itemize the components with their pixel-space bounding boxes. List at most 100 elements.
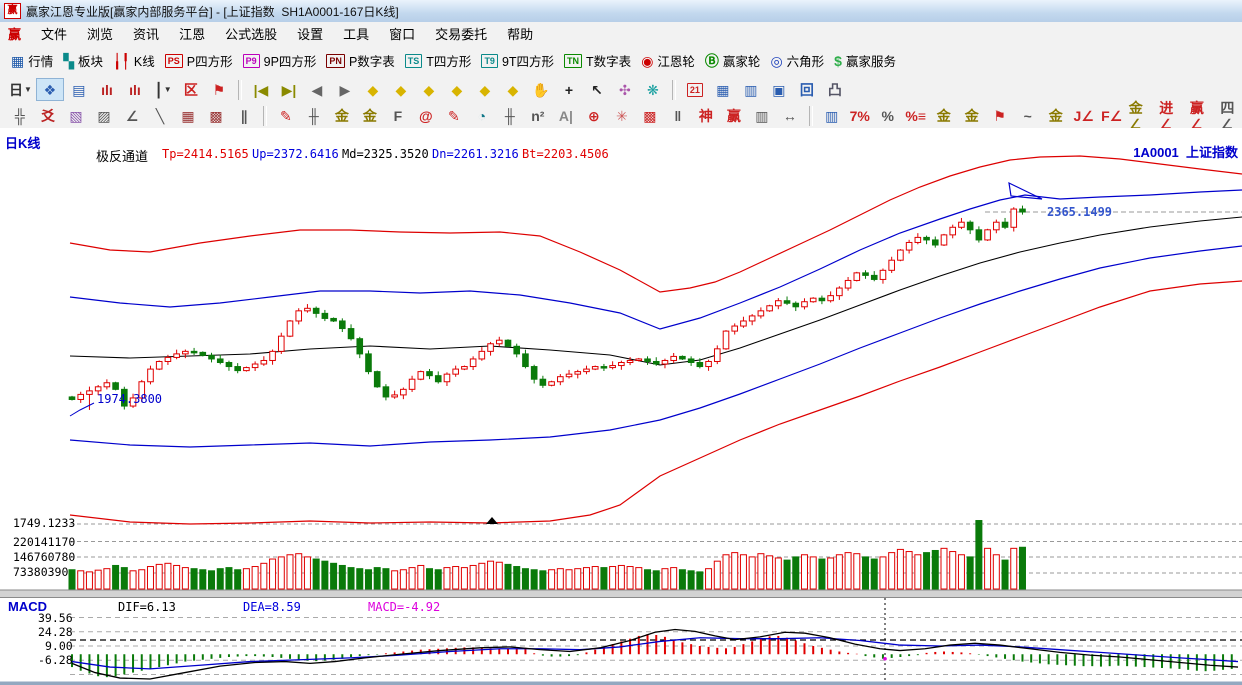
f-angle-tool[interactable]: F∠ xyxy=(1099,105,1125,126)
zigzag-tool[interactable]: ╲ xyxy=(147,105,173,126)
diamond-compress-h-button[interactable]: ◆ xyxy=(444,79,470,100)
p9-square-button[interactable]: P9 9P四方形 xyxy=(238,49,322,72)
crosshair-tool-button[interactable]: + xyxy=(556,79,582,100)
time-circle-tool[interactable]: ◔ xyxy=(469,105,495,126)
gold-lines-tool[interactable]: 金 xyxy=(959,105,985,126)
gann-box-tool[interactable]: ╬ xyxy=(7,105,33,126)
ruler-tool[interactable]: ▥ xyxy=(749,105,775,126)
sectors-button[interactable]: ▚ 板块 xyxy=(58,49,108,72)
quotes-button[interactable]: ▦ 行情 xyxy=(6,49,58,72)
candle-style-dropdown[interactable]: 日 ▼ xyxy=(7,79,34,100)
star-target-tool[interactable]: ✳ xyxy=(609,105,635,126)
menu-item-formula-pick[interactable]: 公式选股 xyxy=(215,22,287,45)
interval-tool[interactable]: ‖ xyxy=(665,105,691,126)
gold-square-tool[interactable]: 金 xyxy=(329,105,355,126)
service-button-label: 赢家服务 xyxy=(845,55,896,69)
menu-item-settings[interactable]: 设置 xyxy=(287,22,333,45)
pencil2-tool[interactable]: ✎ xyxy=(441,105,467,126)
candle-dropdown[interactable]: ⎮ ▼ xyxy=(150,79,176,100)
formula-pick-button[interactable]: 区 xyxy=(178,79,204,100)
save-icon: ▣ xyxy=(772,81,786,98)
chart3-view-button[interactable]: ılı xyxy=(94,79,120,100)
percent7-tool[interactable]: 7% xyxy=(847,105,873,126)
gann-wheel-button[interactable]: ◉ 江恩轮 xyxy=(636,49,700,72)
menu-item-window[interactable]: 窗口 xyxy=(379,22,425,45)
menu-item-file[interactable]: 文件 xyxy=(31,22,77,45)
diamond-compress-v-button[interactable]: ◆ xyxy=(472,79,498,100)
menu-item-news[interactable]: 资讯 xyxy=(123,22,169,45)
wave-tool[interactable]: ~ xyxy=(1015,105,1041,126)
chart9-view-button[interactable]: ılı xyxy=(122,79,148,100)
measure-icon: A| xyxy=(558,107,573,124)
p-square-button[interactable]: PS P四方形 xyxy=(160,49,238,72)
gold-square2-tool[interactable]: 金 xyxy=(357,105,383,126)
kline-button[interactable]: ╽╿ K线 xyxy=(108,49,160,72)
web-button[interactable]: 回 xyxy=(794,79,820,100)
last-bar-button[interactable]: ▶| xyxy=(276,79,302,100)
diamond-pan-left-button[interactable]: ◆ xyxy=(360,79,386,100)
analysis-button[interactable]: ❋ xyxy=(640,79,666,100)
diamond-pan-right-button[interactable]: ◆ xyxy=(388,79,414,100)
winner-wheel-button[interactable]: Ⓑ 赢家轮 xyxy=(700,49,766,72)
gann-tools-button[interactable]: ✣ xyxy=(612,79,638,100)
save-button[interactable]: ▣ xyxy=(766,79,792,100)
bars-grid-tool[interactable]: ╫ xyxy=(497,105,523,126)
percent-tool[interactable]: % xyxy=(875,105,901,126)
p-table-button[interactable]: PN P数字表 xyxy=(321,49,399,72)
grid-tool[interactable]: ▦ xyxy=(175,105,201,126)
zoom-tool-button[interactable]: ↖ xyxy=(584,79,610,100)
pencil-tool[interactable]: ✎ xyxy=(273,105,299,126)
measure-tool[interactable]: A| xyxy=(553,105,579,126)
menu-item-trade[interactable]: 交易委托 xyxy=(425,22,497,45)
gold-tool[interactable]: 金 xyxy=(1043,105,1069,126)
f-grid-tool[interactable]: F xyxy=(385,105,411,126)
gann-grid-tool[interactable]: ▧ xyxy=(63,105,89,126)
first-bar-button[interactable]: |◀ xyxy=(248,79,274,100)
menu-items: 文件 浏览 资讯 江恩 公式选股 设置 工具 窗口 交易委托 帮助 xyxy=(31,22,543,45)
menu-item-tools[interactable]: 工具 xyxy=(333,22,379,45)
spiral-tool[interactable]: @ xyxy=(413,105,439,126)
ying-tool[interactable]: 赢 xyxy=(721,105,747,126)
flag-tool[interactable]: ⚑ xyxy=(987,105,1013,126)
menu-item-gann[interactable]: 江恩 xyxy=(169,22,215,45)
grid-target-tool[interactable]: ▩ xyxy=(637,105,663,126)
parallel-tool[interactable]: ∥ xyxy=(231,105,257,126)
gold-grid-tool[interactable]: ╫ xyxy=(301,105,327,126)
gold-circle-tool[interactable]: 金 xyxy=(931,105,957,126)
width-tool[interactable]: ↔ xyxy=(777,105,803,126)
jin-angle-tool[interactable]: 进∠ xyxy=(1157,100,1186,132)
grid2-tool[interactable]: ▩ xyxy=(203,105,229,126)
service-button[interactable]: $ 赢家服务 xyxy=(829,49,901,72)
j-angle-tool[interactable]: J∠ xyxy=(1071,105,1097,126)
n-square-tool[interactable]: n² xyxy=(525,105,551,126)
ying-angle-tool[interactable]: 赢∠ xyxy=(1188,100,1217,132)
angle-tool[interactable]: ∠ xyxy=(119,105,145,126)
gann-square-tool[interactable]: ▨ xyxy=(91,105,117,126)
prev-bar-button[interactable]: ◀ xyxy=(304,79,330,100)
si-angle-tool[interactable]: 四∠ xyxy=(1218,100,1242,132)
report-button[interactable]: ▥ xyxy=(738,79,764,100)
notes-view-button[interactable]: ▤ xyxy=(66,79,92,100)
t-table-button[interactable]: TN T数字表 xyxy=(559,49,636,72)
t-square-button[interactable]: TS T四方形 xyxy=(400,49,477,72)
diamond-expand-h-button[interactable]: ◆ xyxy=(416,79,442,100)
calculator-button[interactable]: ▦ xyxy=(710,79,736,100)
stats-tool[interactable]: ▥ xyxy=(819,105,845,126)
gold-angle-tool[interactable]: 金∠ xyxy=(1127,100,1156,132)
menu-item-help[interactable]: 帮助 xyxy=(497,22,543,45)
target-tool[interactable]: ⊕ xyxy=(581,105,607,126)
t9-square-button[interactable]: T9 9T四方形 xyxy=(476,49,559,72)
title-bar[interactable]: 赢 赢家江恩专业版[赢家内部服务平台] - [上证指数 SH1A0001-167… xyxy=(0,0,1242,23)
shen-tool[interactable]: 神 xyxy=(693,105,719,126)
next-bar-button[interactable]: ▶ xyxy=(332,79,358,100)
network-view-button[interactable]: ❖ xyxy=(35,78,64,101)
device-button[interactable]: 凸 xyxy=(822,79,848,100)
calendar-button[interactable]: 21 xyxy=(682,79,708,100)
menu-item-browse[interactable]: 浏览 xyxy=(77,22,123,45)
diamond-expand-all-button[interactable]: ◆ xyxy=(500,79,526,100)
percent-lines-tool[interactable]: %≡ xyxy=(903,105,929,126)
color-kline-button[interactable]: ⚑ xyxy=(206,79,232,100)
hexagon-button[interactable]: ◎ 六角形 xyxy=(765,49,829,72)
gann-fan-tool[interactable]: 爻 xyxy=(35,105,61,126)
hand-tool-button[interactable]: ✋ xyxy=(528,79,554,100)
